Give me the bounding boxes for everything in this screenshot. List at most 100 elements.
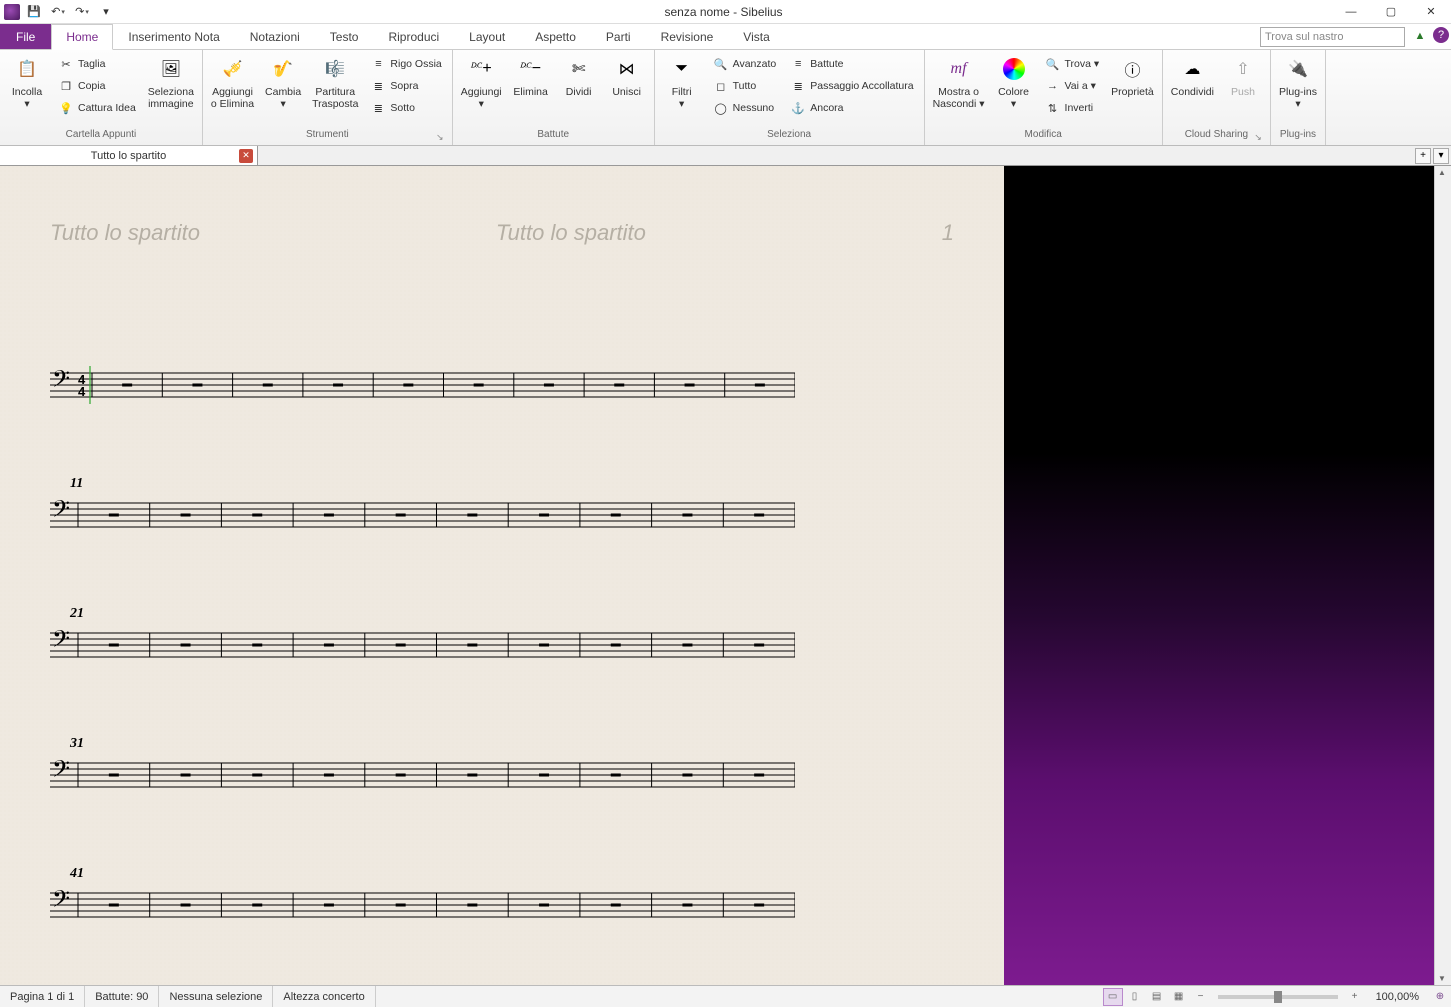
ribbon-collapse-up-icon[interactable]: ▲: [1411, 27, 1429, 45]
selbatt-button[interactable]: ≡Battute: [786, 54, 917, 74]
qat-customize-button[interactable]: ▾: [96, 2, 116, 22]
ribbon-search-input[interactable]: Trova sul nastro: [1260, 27, 1405, 47]
minimize-button[interactable]: —: [1331, 0, 1371, 24]
qat-save-button[interactable]: 💾: [24, 2, 44, 22]
bar-number: 41: [70, 866, 954, 882]
aggelim-button[interactable]: 🎺Aggiungi o Elimina: [209, 52, 256, 110]
sopra-icon: ≣: [370, 78, 386, 94]
ribbon-tab-parti[interactable]: Parti: [591, 24, 646, 49]
nessuno-icon: ◯: [713, 100, 729, 116]
filtri-button[interactable]: ⏷Filtri ▾: [661, 52, 703, 110]
inverti-button[interactable]: ⇅Inverti: [1041, 98, 1104, 118]
ribbon-group-label: Seleziona: [661, 129, 918, 145]
group-launcher-icon[interactable]: ↘: [434, 132, 446, 144]
staff-system[interactable]: 31𝄢: [50, 736, 954, 794]
condiv-icon: ☁: [1177, 54, 1207, 84]
view-mode-1-icon[interactable]: ▭: [1103, 988, 1123, 1006]
battuni-button[interactable]: ⋈Unisci: [606, 52, 648, 98]
plugins-button[interactable]: 🔌Plug-ins ▾: [1277, 52, 1319, 110]
prop-button[interactable]: ⓘProprietà: [1109, 52, 1156, 98]
nessuno-label: Nessuno: [733, 102, 774, 114]
title-bar: 💾 ↶▾ ↷▾ ▾ senza nome - Sibelius — ▢ ✕: [0, 0, 1451, 24]
passacc-button[interactable]: ≣Passaggio Accollatura: [786, 76, 917, 96]
zoom-slider[interactable]: [1218, 995, 1338, 999]
mostnasc-button[interactable]: mfMostra o Nascondi ▾: [931, 52, 987, 110]
taglia-button[interactable]: ✂Taglia: [54, 54, 140, 74]
vaia-button[interactable]: →Vai a ▾: [1041, 76, 1104, 96]
incolla-icon: 📋: [12, 54, 42, 84]
view-mode-2-icon[interactable]: ▯: [1125, 988, 1145, 1006]
ribbon-tab-home[interactable]: Home: [51, 24, 113, 50]
qat-redo-button[interactable]: ↷▾: [72, 2, 92, 22]
zoom-out-button[interactable]: −: [1191, 988, 1211, 1006]
ribbon-tab-aspetto[interactable]: Aspetto: [520, 24, 591, 49]
sopra-button[interactable]: ≣Sopra: [366, 76, 445, 96]
battelim-button[interactable]: 𝄊−Elimina: [510, 52, 552, 98]
ribbon-tab-inserimento-nota[interactable]: Inserimento Nota: [113, 24, 234, 49]
rigoossia-button[interactable]: ≡Rigo Ossia: [366, 54, 445, 74]
document-tab[interactable]: Tutto lo spartito ✕: [0, 146, 258, 165]
svg-text:𝄢: 𝄢: [52, 496, 70, 527]
plugins-label: Plug-ins ▾: [1279, 86, 1317, 110]
ancora-button[interactable]: ⚓Ancora: [786, 98, 917, 118]
staff-system[interactable]: 41𝄢: [50, 866, 954, 924]
group-launcher-icon[interactable]: ↘: [1252, 132, 1264, 144]
plugins-icon: 🔌: [1283, 54, 1313, 84]
status-bars[interactable]: Battute: 90: [85, 986, 159, 1007]
cambia-button[interactable]: 🎷Cambia ▾: [262, 52, 304, 110]
tutto-label: Tutto: [733, 80, 757, 92]
selimg-button[interactable]: 🖼Seleziona immagine: [146, 52, 196, 110]
new-tab-button[interactable]: +: [1415, 148, 1431, 164]
avanz-button[interactable]: 🔍Avanzato: [709, 54, 781, 74]
ribbon-tab-vista[interactable]: Vista: [728, 24, 784, 49]
incolla-label: Incolla ▾: [12, 86, 42, 110]
ribbon-tab-notazioni[interactable]: Notazioni: [235, 24, 315, 49]
ribbon-group-label: Battute: [459, 129, 648, 145]
side-panel: [1004, 166, 1434, 985]
zoom-value[interactable]: 100,00%: [1366, 986, 1429, 1007]
staff-system[interactable]: 11𝄢: [50, 476, 954, 534]
vaia-icon: →: [1045, 78, 1061, 94]
status-page[interactable]: Pagina 1 di 1: [0, 986, 85, 1007]
cattura-label: Cattura Idea: [78, 102, 136, 114]
close-button[interactable]: ✕: [1411, 0, 1451, 24]
parttr-button[interactable]: 🎼Partitura Trasposta: [310, 52, 360, 110]
view-mode-3-icon[interactable]: ▤: [1147, 988, 1167, 1006]
battagg-button[interactable]: 𝄊+Aggiungi ▾: [459, 52, 504, 110]
zoom-in-button[interactable]: +: [1345, 988, 1365, 1006]
document-tab-close-icon[interactable]: ✕: [239, 149, 253, 163]
staff-system[interactable]: 21𝄢: [50, 606, 954, 664]
trova-button[interactable]: 🔍Trova ▾: [1041, 54, 1104, 74]
staff-system[interactable]: 𝄢44: [50, 366, 954, 404]
ribbon-tab-testo[interactable]: Testo: [315, 24, 374, 49]
tutto-button[interactable]: ◻Tutto: [709, 76, 781, 96]
ribbon-help-icon[interactable]: ?: [1433, 27, 1449, 43]
qat-undo-button[interactable]: ↶▾: [48, 2, 68, 22]
maximize-button[interactable]: ▢: [1371, 0, 1411, 24]
sotto-button[interactable]: ≣Sotto: [366, 98, 445, 118]
filtri-icon: ⏷: [667, 54, 697, 84]
battdiv-button[interactable]: ✄Dividi: [558, 52, 600, 98]
selbatt-icon: ≡: [790, 56, 806, 72]
cattura-icon: 💡: [58, 100, 74, 116]
ribbon-tab-revisione[interactable]: Revisione: [646, 24, 729, 49]
nessuno-button[interactable]: ◯ Nessuno: [709, 98, 781, 118]
incolla-button[interactable]: 📋Incolla ▾: [6, 52, 48, 110]
window-title: senza nome - Sibelius: [116, 5, 1331, 19]
ribbon-tab-riproduci[interactable]: Riproduci: [373, 24, 454, 49]
vertical-scrollbar[interactable]: [1434, 166, 1451, 985]
bar-number: 21: [70, 606, 954, 622]
tab-menu-button[interactable]: ▾: [1433, 148, 1449, 164]
score-page[interactable]: Tutto lo spartito Tutto lo spartito 1 𝄢4…: [0, 166, 1004, 985]
cattura-button[interactable]: 💡 Cattura Idea: [54, 98, 140, 118]
copia-button[interactable]: ❐Copia: [54, 76, 140, 96]
ribbon-tab-layout[interactable]: Layout: [454, 24, 520, 49]
battelim-label: Elimina: [513, 86, 547, 98]
zoom-fit-button[interactable]: ⊕: [1430, 988, 1450, 1006]
file-tab[interactable]: File: [0, 24, 51, 49]
document-tab-row: Tutto lo spartito ✕ + ▾: [0, 146, 1451, 166]
view-mode-4-icon[interactable]: ▦: [1169, 988, 1189, 1006]
colore-button[interactable]: Colore ▾: [993, 52, 1035, 110]
condiv-label: Condividi: [1171, 86, 1214, 98]
condiv-button[interactable]: ☁ Condividi: [1169, 52, 1216, 98]
